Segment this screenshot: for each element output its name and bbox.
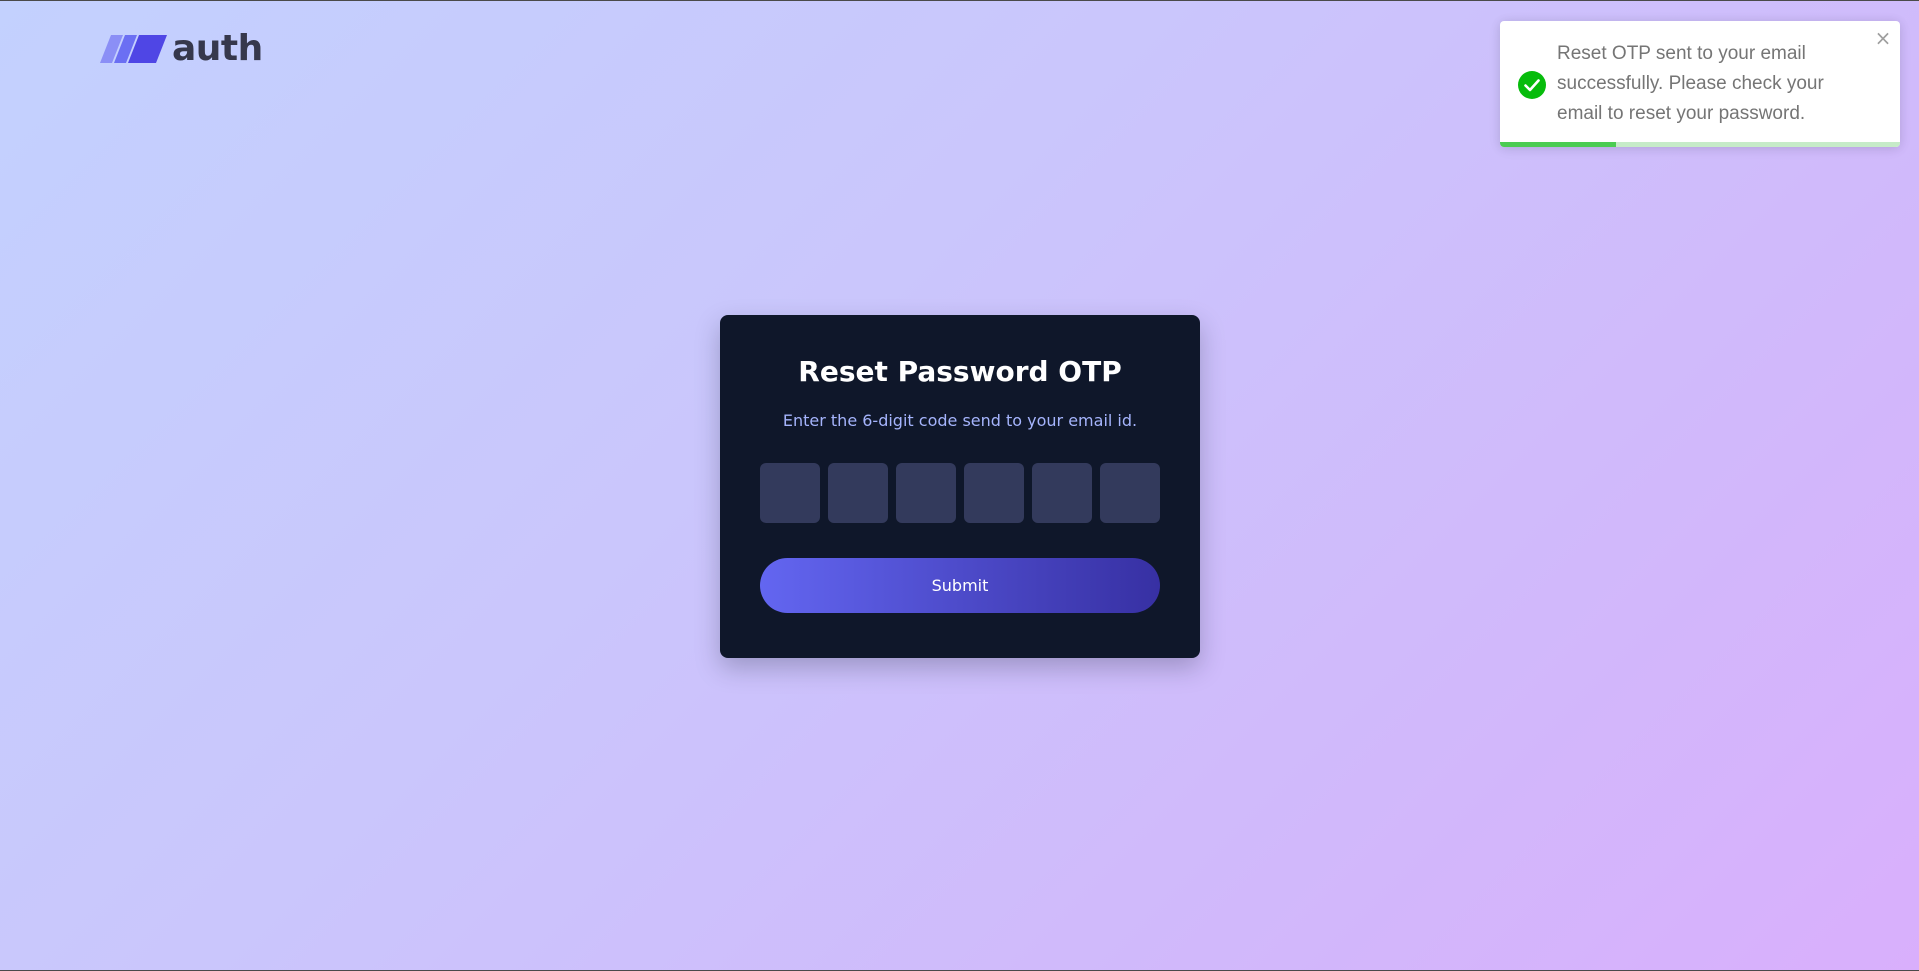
check-circle-icon <box>1518 71 1546 99</box>
logo-text: auth <box>172 28 263 69</box>
form-title: Reset Password OTP <box>798 355 1122 388</box>
logo[interactable]: auth <box>100 31 263 67</box>
otp-digit-6-input[interactable] <box>1100 462 1160 523</box>
logo-stripes-icon <box>100 35 167 63</box>
toast-progress-track <box>1500 142 1900 147</box>
toast-close-button[interactable]: × <box>1872 27 1894 49</box>
toast-progress-bar <box>1500 142 1616 147</box>
reset-otp-form: Reset Password OTP Enter the 6-digit cod… <box>720 315 1200 658</box>
otp-digit-3-input[interactable] <box>896 462 956 523</box>
otp-digit-5-input[interactable] <box>1032 462 1092 523</box>
otp-input-group <box>760 462 1160 523</box>
otp-digit-1-input[interactable] <box>760 462 820 523</box>
toast-message: Reset OTP sent to your email successfull… <box>1557 43 1824 124</box>
form-subtitle: Enter the 6-digit code send to your emai… <box>782 410 1138 430</box>
otp-digit-4-input[interactable] <box>964 462 1024 523</box>
submit-button[interactable]: Submit <box>760 557 1160 613</box>
success-toast[interactable]: Reset OTP sent to your email successfull… <box>1500 21 1900 147</box>
otp-digit-2-input[interactable] <box>828 462 888 523</box>
